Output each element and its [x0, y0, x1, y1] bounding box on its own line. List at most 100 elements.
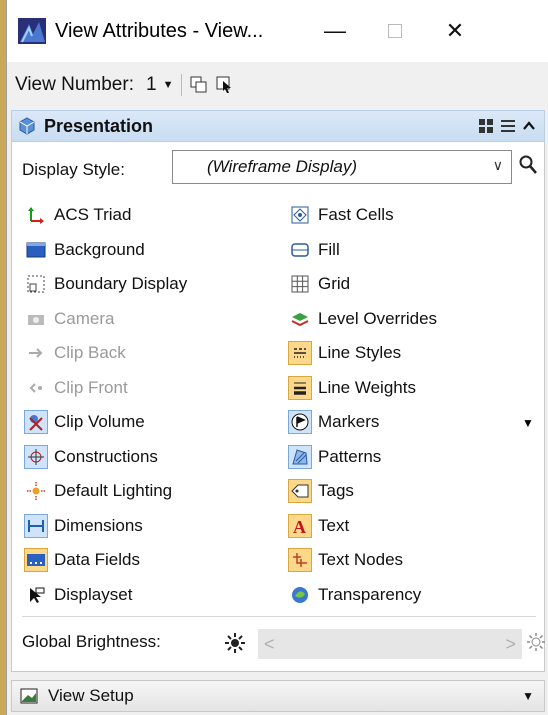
- view-setup-header[interactable]: View Setup ▼: [11, 680, 545, 712]
- text-nodes-icon: [288, 548, 312, 572]
- toggle-grid[interactable]: Grid: [288, 269, 350, 299]
- clip-front-icon: [24, 376, 48, 400]
- fill-icon: [288, 238, 312, 262]
- global-brightness-slider[interactable]: < >: [258, 629, 522, 659]
- toggle-displayset[interactable]: Displayset: [24, 580, 132, 610]
- toggle-label: Displayset: [54, 584, 133, 604]
- toggle-line-weights[interactable]: Line Weights: [288, 373, 416, 403]
- line-weights-icon: [288, 375, 312, 400]
- presentation-panel: Display Style: (Wireframe Display) ∨ ACS…: [11, 142, 545, 672]
- header-controls: [478, 118, 536, 134]
- view-number-toolbar: View Number: 1 ▼: [7, 62, 548, 108]
- toggle-label: Data Fields: [54, 550, 140, 569]
- view-number-label: View Number:: [15, 74, 134, 95]
- grid-view-icon[interactable]: [478, 118, 494, 134]
- text-icon: A: [288, 513, 312, 538]
- view-setup-title: View Setup: [48, 686, 134, 705]
- slider-right-arrow-icon[interactable]: >: [505, 634, 516, 655]
- list-view-icon[interactable]: [500, 118, 516, 134]
- maximize-button[interactable]: [365, 8, 425, 54]
- toggle-label: Default Lighting: [54, 481, 173, 500]
- view-attributes-window: View Attributes - View... — ✕ View Numbe…: [6, 0, 548, 715]
- displayset-icon: [24, 583, 48, 607]
- toggle-label: Fill: [318, 239, 340, 259]
- fast-cells-icon: [288, 203, 312, 227]
- toggle-boundary-display[interactable]: Boundary Display: [24, 269, 187, 299]
- global-brightness-label: Global Brightness:: [22, 632, 161, 651]
- toggle-label: Fast Cells: [318, 205, 394, 224]
- toggle-label: Tags: [318, 481, 354, 500]
- sun-dark-icon: [225, 633, 245, 653]
- select-view-icon[interactable]: [216, 76, 234, 94]
- toggle-line-styles[interactable]: Line Styles: [288, 338, 401, 368]
- minimize-button[interactable]: —: [305, 8, 365, 54]
- toggle-label: Line Weights: [318, 377, 416, 397]
- toggle-default-lighting[interactable]: Default Lighting: [24, 476, 172, 506]
- toggle-label: Background: [54, 239, 145, 259]
- grid-icon: [288, 272, 312, 296]
- view-setup-icon: [20, 688, 38, 704]
- toggle-constructions[interactable]: Constructions: [24, 442, 158, 472]
- markers-dropdown-arrow-icon[interactable]: ▼: [522, 416, 534, 430]
- toggle-clip-volume[interactable]: Clip Volume: [24, 407, 145, 437]
- collapse-chevron-icon[interactable]: [522, 119, 536, 133]
- expand-chevron-icon[interactable]: ▼: [522, 689, 534, 703]
- default-lighting-icon: [24, 479, 48, 503]
- acs-triad-icon: [24, 203, 48, 227]
- camera-icon: [24, 307, 48, 331]
- display-style-label: Display Style:: [22, 160, 125, 179]
- svg-text:A: A: [293, 517, 306, 536]
- toggle-tags[interactable]: Tags: [288, 476, 354, 506]
- slider-left-arrow-icon[interactable]: <: [264, 634, 275, 655]
- search-icon[interactable]: [517, 154, 539, 176]
- display-style-select[interactable]: (Wireframe Display) ∨: [172, 150, 512, 184]
- toggle-text-nodes[interactable]: Text Nodes: [288, 545, 403, 575]
- patterns-icon: [288, 444, 312, 469]
- toggle-fast-cells[interactable]: Fast Cells: [288, 200, 394, 230]
- close-button[interactable]: ✕: [425, 8, 485, 54]
- presentation-header[interactable]: Presentation: [11, 110, 545, 142]
- clip-volume-icon: [24, 410, 48, 434]
- toggle-markers[interactable]: Markers: [288, 407, 379, 437]
- view-number-value: 1: [145, 74, 157, 95]
- boundary-display-icon: [24, 272, 48, 296]
- display-style-value: (Wireframe Display): [207, 157, 358, 176]
- toggle-clip-front[interactable]: Clip Front: [24, 373, 128, 403]
- toggle-label: Dimensions: [54, 515, 143, 535]
- maximize-icon: [388, 24, 402, 38]
- toggle-patterns[interactable]: Patterns: [288, 442, 381, 472]
- presentation-title: Presentation: [44, 115, 154, 136]
- toggle-label: Clip Back: [54, 343, 126, 362]
- view-number-dropdown[interactable]: 1 ▼: [146, 74, 173, 96]
- toggle-level-overrides[interactable]: Level Overrides: [288, 304, 437, 334]
- toggle-label: Clip Front: [54, 377, 128, 397]
- dropdown-arrow-icon: ▼: [162, 79, 174, 91]
- chevron-down-icon: ∨: [492, 157, 503, 173]
- toggle-fill[interactable]: Fill: [288, 235, 340, 265]
- transparency-icon: [288, 583, 312, 607]
- toolbar-separator: [181, 74, 183, 96]
- divider: [22, 616, 536, 617]
- presentation-cube-icon: [19, 117, 35, 135]
- clip-back-icon: [24, 341, 48, 365]
- markers-icon: [288, 410, 312, 434]
- toggle-label: Text: [318, 515, 350, 535]
- toggle-transparency[interactable]: Transparency: [288, 580, 421, 610]
- toggle-clip-back[interactable]: Clip Back: [24, 338, 126, 368]
- toggle-dimensions[interactable]: Dimensions: [24, 511, 143, 541]
- sun-light-icon: [527, 633, 545, 651]
- window-title: View Attributes - View...: [55, 19, 264, 42]
- toggle-data-fields[interactable]: Data Fields: [24, 545, 140, 575]
- close-icon: ✕: [445, 18, 465, 43]
- global-brightness-row: Global Brightness:: [22, 632, 161, 652]
- level-overrides-icon: [288, 307, 312, 331]
- toggle-label: ACS Triad: [54, 205, 132, 224]
- toggle-label: Markers: [318, 412, 380, 431]
- toggle-acs-triad[interactable]: ACS Triad: [24, 200, 131, 230]
- toggle-label: Transparency: [318, 584, 422, 604]
- copy-view-icon[interactable]: [190, 76, 208, 94]
- toggle-camera[interactable]: Camera: [24, 304, 114, 334]
- toggle-label: Grid: [318, 274, 351, 293]
- toggle-text[interactable]: A Text: [288, 511, 349, 541]
- toggle-background[interactable]: Background: [24, 235, 145, 265]
